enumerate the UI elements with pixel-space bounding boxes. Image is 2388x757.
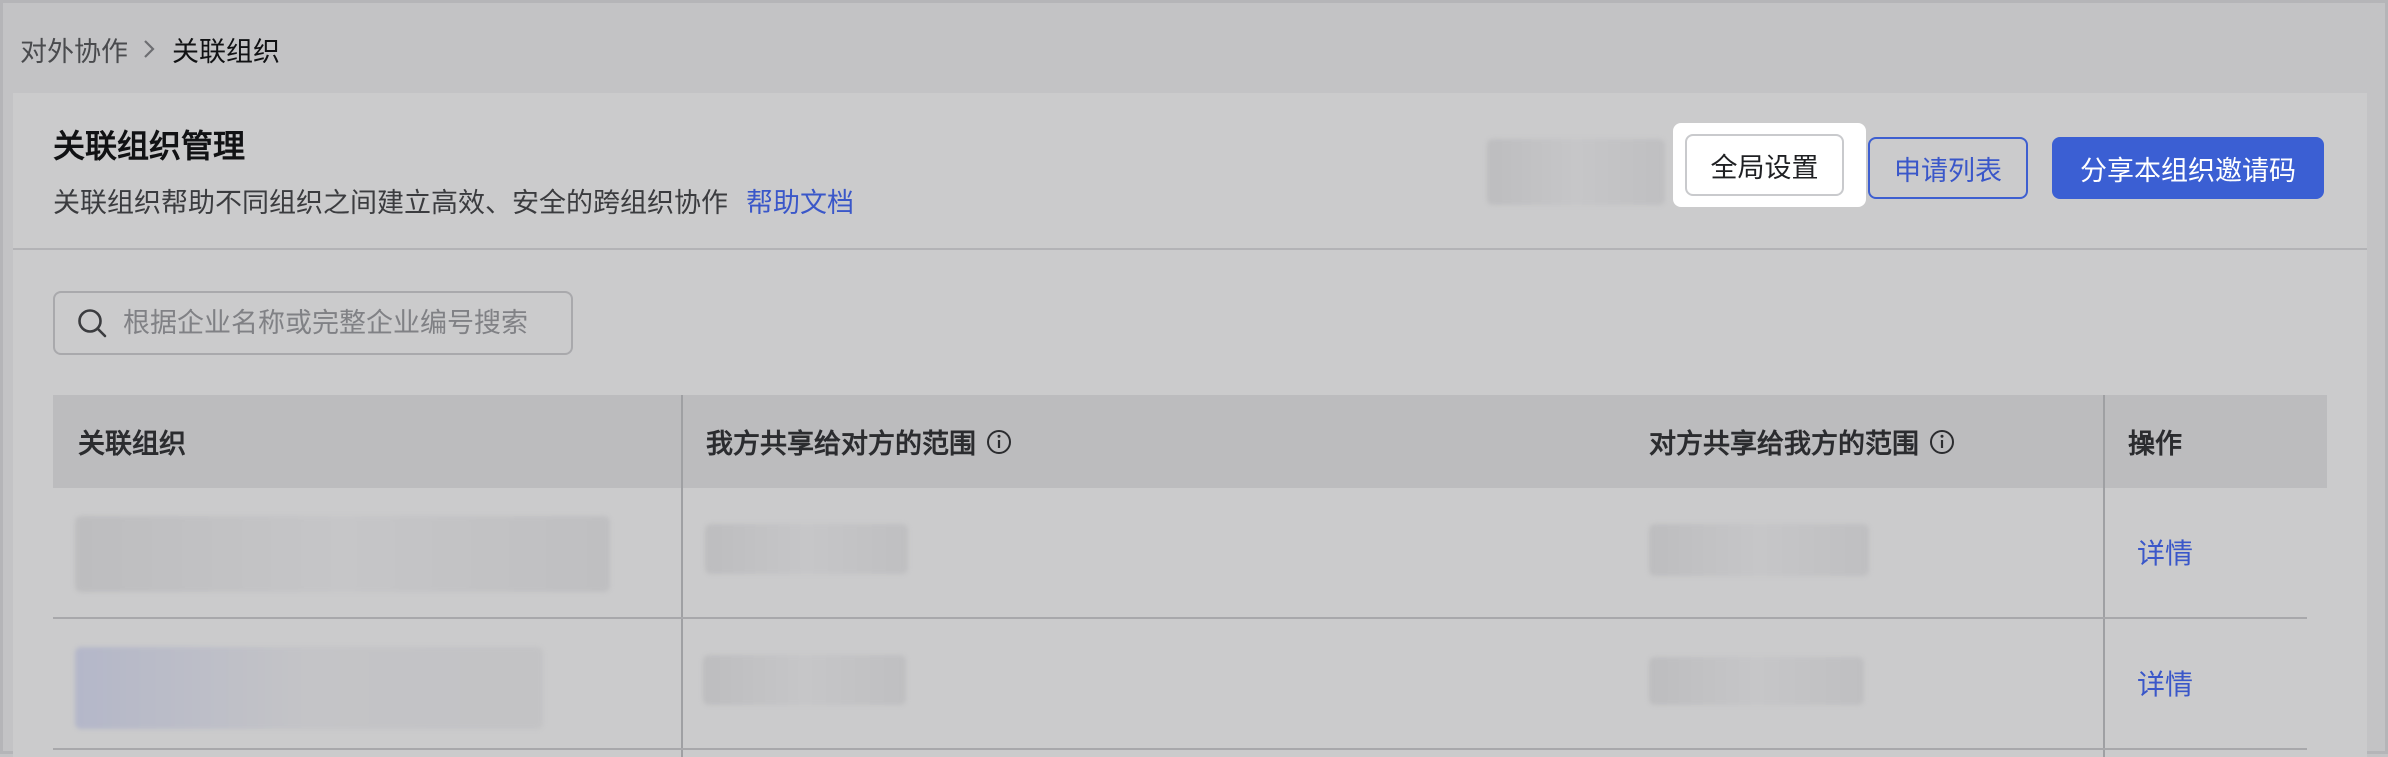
info-icon[interactable] xyxy=(1929,429,1955,455)
search-box[interactable] xyxy=(53,291,573,355)
main-card: 关联组织管理 关联组织帮助不同组织之间建立高效、安全的跨组织协作 帮助文档 全局… xyxy=(13,93,2367,757)
redacted-our-scope xyxy=(703,655,906,705)
related-org-table: 关联组织 我方共享给对方的范围 对方共享给我方的范围 操作 详情 详情 xyxy=(53,395,2327,757)
global-settings-button[interactable]: 全局设置 xyxy=(1685,134,1844,196)
page-description: 关联组织帮助不同组织之间建立高效、安全的跨组织协作 帮助文档 xyxy=(53,181,854,220)
app-window: 对外协作 关联组织 关联组织管理 关联组织帮助不同组织之间建立高效、安全的跨组织… xyxy=(0,0,2388,757)
column-header-actions: 操作 xyxy=(2128,429,2182,460)
search-input[interactable] xyxy=(123,307,543,339)
redacted-their-scope xyxy=(1649,524,1869,576)
help-doc-link[interactable]: 帮助文档 xyxy=(746,181,854,220)
page-title: 关联组织管理 xyxy=(53,127,246,165)
share-invite-code-button[interactable]: 分享本组织邀请码 xyxy=(2052,137,2324,199)
redacted-block xyxy=(1487,139,1665,205)
breadcrumb-parent[interactable]: 对外协作 xyxy=(20,30,128,69)
table-row: 详情 xyxy=(53,619,2307,750)
redacted-org-name xyxy=(75,647,543,729)
breadcrumb-current: 关联组织 xyxy=(172,36,280,68)
card-header: 关联组织管理 关联组织帮助不同组织之间建立高效、安全的跨组织协作 帮助文档 全局… xyxy=(13,93,2367,250)
column-header-their-share-scope: 对方共享给我方的范围 xyxy=(1649,395,1955,488)
column-header-org: 关联组织 xyxy=(78,429,186,460)
redacted-org-name xyxy=(75,516,610,592)
chevron-right-icon xyxy=(142,38,156,60)
global-settings-highlight: 全局设置 xyxy=(1673,123,1866,207)
apply-list-button[interactable]: 申请列表 xyxy=(1868,137,2028,199)
table-row: 详情 xyxy=(53,488,2307,619)
description-text: 关联组织帮助不同组织之间建立高效、安全的跨组织协作 xyxy=(53,188,728,219)
breadcrumb: 对外协作 关联组织 xyxy=(20,29,280,69)
column-header-our-share-scope: 我方共享给对方的范围 xyxy=(706,395,1012,488)
search-icon xyxy=(78,309,107,338)
detail-link[interactable]: 详情 xyxy=(2137,532,2193,572)
table-header: 关联组织 我方共享给对方的范围 对方共享给我方的范围 操作 xyxy=(53,395,2327,488)
info-icon[interactable] xyxy=(986,429,1012,455)
redacted-their-scope xyxy=(1649,657,1864,705)
detail-link[interactable]: 详情 xyxy=(2137,663,2193,703)
redacted-our-scope xyxy=(705,524,908,574)
